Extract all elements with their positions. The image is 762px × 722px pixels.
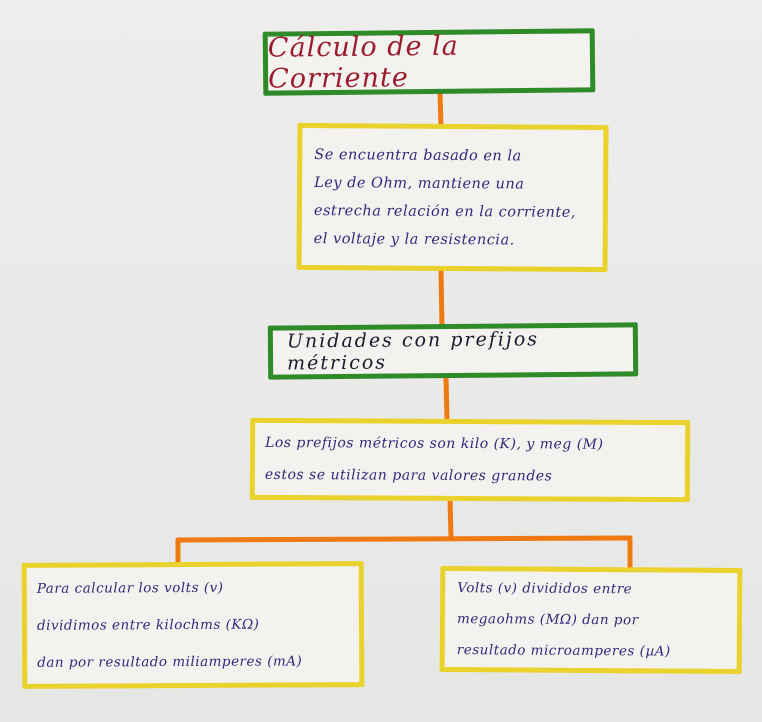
right-line: resultado microamperes (µA) <box>456 641 671 660</box>
connector-branch-horizontal <box>175 535 633 543</box>
milliamperes-box: Para calcular los volts (v) dividimos en… <box>21 561 365 689</box>
connector-units-to-prefixes <box>443 374 450 424</box>
right-line: megaohms (MΩ) dan por <box>456 610 639 628</box>
ohm-law-box: Se encuentra basado en la Ley de Ohm, ma… <box>296 122 609 273</box>
units-heading-text: Unidades con prefijos métricos <box>286 328 540 375</box>
ohm-line: Ley de Ohm, mantiene una <box>314 174 525 193</box>
concept-map: Cálculo de la Corriente Se encuentra bas… <box>0 0 762 722</box>
right-line: Volts (v) divididos entre <box>457 579 633 597</box>
title-box: Cálculo de la Corriente <box>262 28 596 96</box>
ohm-line: estrecha relación en la corriente, <box>313 202 576 221</box>
metric-prefixes-box: Los prefijos métricos son kilo (K), y me… <box>249 417 691 503</box>
ohm-line: el voltaje y la resistencia. <box>313 230 515 248</box>
ohm-line: Se encuentra basado en la <box>314 146 522 164</box>
prefixes-line: Los prefijos métricos son kilo (K), y me… <box>265 434 604 453</box>
title-text: Cálculo de la Corriente <box>267 30 459 95</box>
connector-title-to-ohm <box>437 90 444 129</box>
left-line: Para calcular los volts (v) <box>36 579 224 597</box>
prefixes-line: estos se utilizan para valores grandes <box>264 466 553 485</box>
left-line: dividimos entre kilochms (KΩ) <box>36 616 260 634</box>
left-line: dan por resultado miliamperes (mA) <box>37 652 303 671</box>
connector-prefixes-to-branch <box>447 497 454 540</box>
units-heading-box: Unidades con prefijos métricos <box>267 322 639 380</box>
connector-ohm-to-units <box>438 267 445 331</box>
microamperes-box: Volts (v) divididos entre megaohms (MΩ) … <box>439 565 743 675</box>
